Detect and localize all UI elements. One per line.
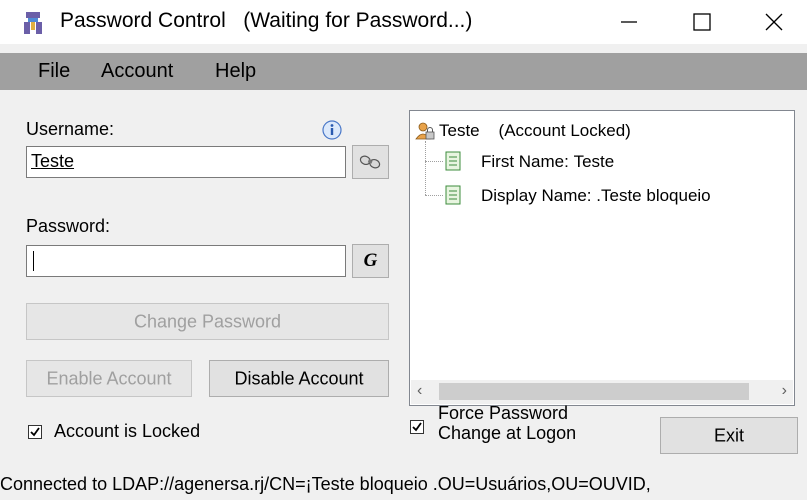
tree-item-first-name[interactable]: First Name: Teste (481, 152, 614, 172)
window-title: Password Control (Waiting for Password..… (60, 9, 472, 33)
change-password-button[interactable]: Change Password (26, 303, 389, 340)
tree-root-status: (Account Locked) (498, 121, 631, 140)
close-icon (765, 13, 783, 31)
force-change-checkbox[interactable] (410, 420, 424, 434)
scroll-left-icon[interactable]: ‹ (417, 382, 422, 400)
window-title-status: (Waiting for Password...) (243, 9, 473, 32)
app-icon (24, 12, 42, 34)
exit-button[interactable]: Exit (660, 417, 798, 454)
user-icon (415, 122, 435, 140)
enable-account-label: Enable Account (46, 368, 172, 388)
tree-item-display-name[interactable]: Display Name: .Teste bloqueio (481, 186, 711, 206)
password-label: Password: (26, 216, 111, 236)
attribute-icon (445, 151, 461, 171)
maximize-button[interactable] (670, 0, 734, 44)
scroll-thumb[interactable] (439, 383, 749, 400)
username-value: Teste (31, 151, 75, 171)
account-locked-checkbox[interactable] (28, 425, 42, 439)
tree-connector (425, 195, 443, 196)
force-change-line2: Change at Logon (438, 423, 577, 443)
menu-file[interactable]: File (38, 60, 70, 83)
scroll-right-icon[interactable]: › (782, 382, 787, 400)
disable-account-button[interactable]: Disable Account (209, 360, 389, 397)
disable-account-label: Disable Account (234, 368, 364, 388)
enable-account-button[interactable]: Enable Account (26, 360, 192, 397)
menu-help[interactable]: Help (215, 60, 256, 83)
text-caret (33, 251, 34, 271)
tree-root[interactable]: Teste (Account Locked) (439, 121, 631, 141)
lookup-button[interactable] (352, 145, 389, 179)
username-field[interactable]: Teste (26, 146, 346, 178)
tree-item-label: Display Name: (481, 186, 592, 205)
minimize-icon (621, 21, 637, 23)
change-password-label: Change Password (133, 311, 282, 331)
title-bar: Password Control (Waiting for Password..… (0, 0, 807, 44)
menu-account[interactable]: Account (101, 60, 173, 83)
horizontal-scrollbar[interactable]: ‹ › (411, 380, 793, 404)
exit-label: Exit (713, 425, 744, 445)
menu-bar: File Account Help (0, 53, 807, 90)
force-change-label: Force Password Change at Logon (438, 403, 576, 443)
checkmark-icon (412, 422, 422, 432)
tree-connector (425, 141, 426, 195)
tree-connector (425, 161, 443, 162)
username-label: Username: (26, 119, 115, 139)
status-bar: Connected to LDAP://agenersa.rj/CN=¡Test… (0, 474, 651, 494)
account-tree-view[interactable]: Teste (Account Locked) First Name: Teste… (409, 110, 795, 406)
tree-item-label: First Name: (481, 152, 569, 171)
password-field[interactable] (26, 245, 346, 277)
binoculars-icon (359, 155, 381, 169)
attribute-icon (445, 185, 461, 205)
window-title-app: Password Control (60, 9, 226, 32)
generate-label: G (363, 250, 378, 271)
tree-root-name: Teste (439, 121, 480, 140)
checkmark-icon (30, 427, 40, 437)
account-locked-label: Account is Locked (54, 421, 201, 441)
tree-item-value: .Teste bloqueio (596, 186, 711, 205)
force-change-line1: Force Password (438, 403, 569, 423)
generate-password-button[interactable]: G (352, 244, 389, 278)
minimize-button[interactable] (597, 0, 661, 44)
info-icon[interactable] (321, 119, 343, 141)
tree-item-value: Teste (573, 152, 615, 171)
maximize-icon (693, 13, 711, 31)
close-button[interactable] (742, 0, 806, 44)
